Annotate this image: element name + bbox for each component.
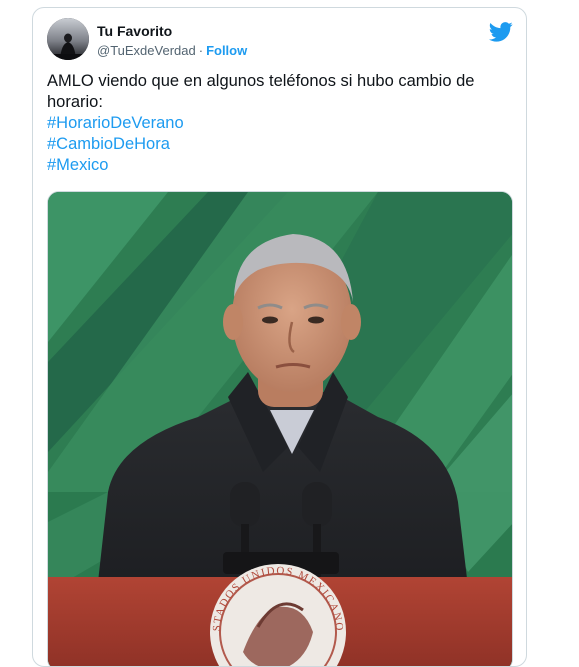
tweet-card[interactable]: Tu Favorito @TuExdeVerdad · Follow AMLO vi… xyxy=(32,7,527,667)
hashtag-link[interactable]: #Mexico xyxy=(47,155,507,176)
tweet-text: AMLO viendo que en algunos teléfonos si … xyxy=(47,72,475,111)
tweet-header: Tu Favorito @TuExdeVerdad · Follow xyxy=(47,18,513,64)
tweet-body: AMLO viendo que en algunos teléfonos si … xyxy=(47,71,507,176)
author-avatar[interactable] xyxy=(47,18,89,60)
hashtag-link[interactable]: #HorarioDeVerano xyxy=(47,113,507,134)
tweet-media-photo[interactable]: ESTADOS UNIDOS MEXICANOS xyxy=(47,191,513,666)
twitter-bird-icon[interactable] xyxy=(489,22,513,42)
follow-button[interactable]: Follow xyxy=(206,43,247,58)
hashtag-link[interactable]: #CambioDeHora xyxy=(47,134,507,155)
author-handle[interactable]: @TuExdeVerdad xyxy=(97,43,196,58)
separator-dot: · xyxy=(198,43,204,58)
author-info: Tu Favorito @TuExdeVerdad · Follow xyxy=(97,22,247,60)
author-display-name[interactable]: Tu Favorito xyxy=(97,22,247,40)
author-handle-row: @TuExdeVerdad · Follow xyxy=(97,42,247,60)
